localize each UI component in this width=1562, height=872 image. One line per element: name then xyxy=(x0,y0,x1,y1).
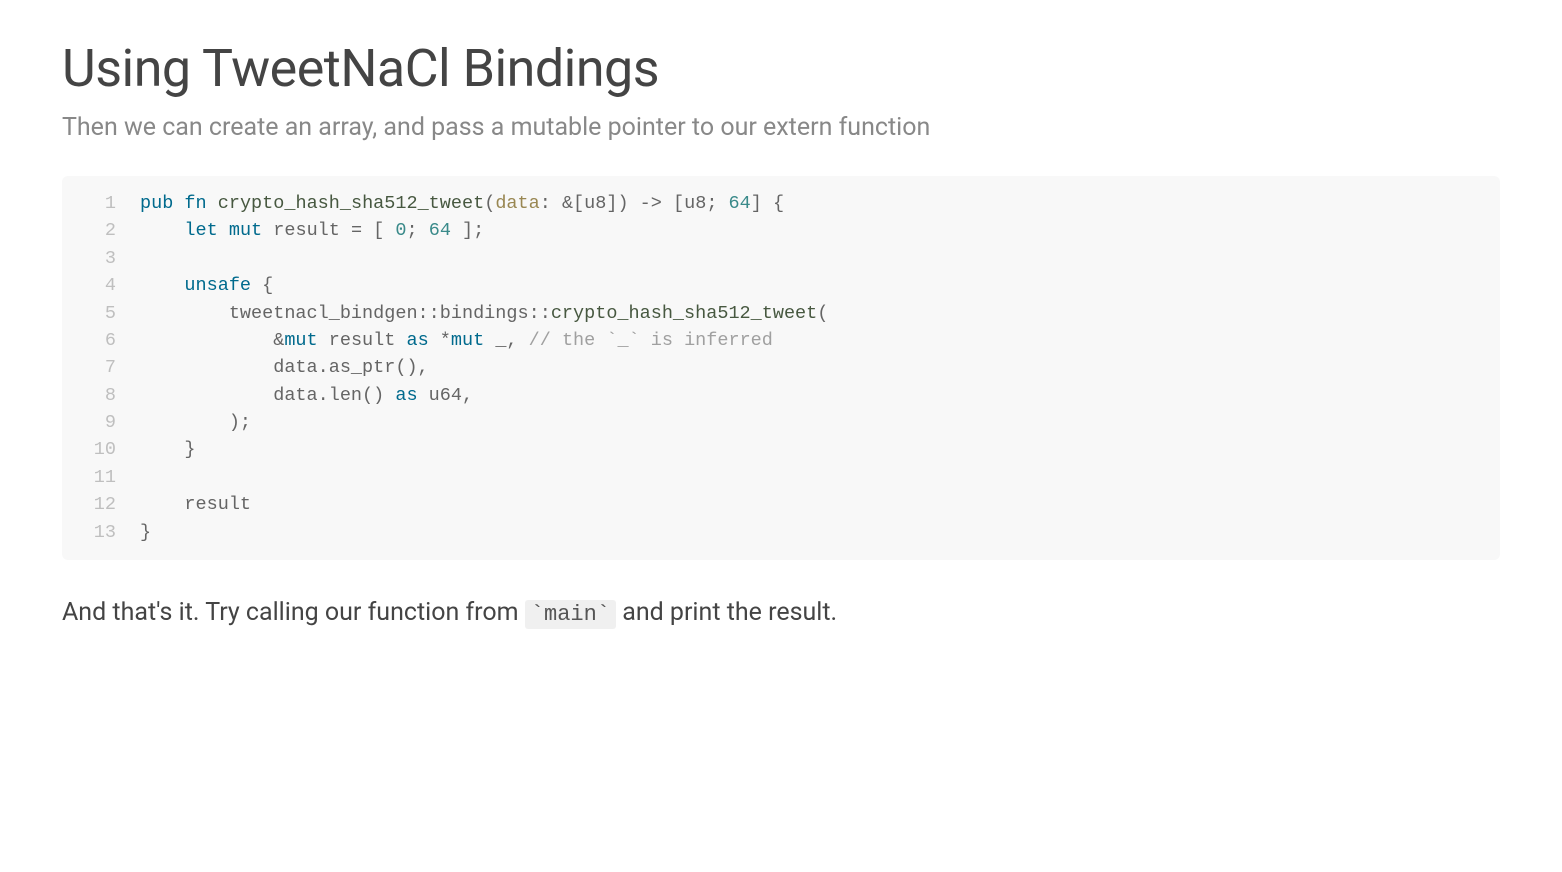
code-content: tweetnacl_bindgen::bindings::crypto_hash… xyxy=(140,300,828,327)
code-content: } xyxy=(140,519,151,546)
inline-code-main: `main` xyxy=(525,600,616,629)
line-number: 3 xyxy=(82,245,116,272)
code-line: 6 &mut result as *mut _, // the `_` is i… xyxy=(82,327,1480,354)
code-content: data.len() as u64, xyxy=(140,382,473,409)
code-line: 3 xyxy=(82,245,1480,272)
footer-pre: And that's it. Try calling our function … xyxy=(62,598,525,627)
line-number: 2 xyxy=(82,217,116,244)
code-line: 7 data.as_ptr(), xyxy=(82,354,1480,381)
line-number: 9 xyxy=(82,409,116,436)
line-number: 4 xyxy=(82,272,116,299)
line-number: 12 xyxy=(82,491,116,518)
code-line: 4 unsafe { xyxy=(82,272,1480,299)
code-content: data.as_ptr(), xyxy=(140,354,429,381)
code-line: 8 data.len() as u64, xyxy=(82,382,1480,409)
code-line: 13} xyxy=(82,519,1480,546)
line-number: 8 xyxy=(82,382,116,409)
line-number: 10 xyxy=(82,436,116,463)
line-number: 5 xyxy=(82,300,116,327)
line-number: 11 xyxy=(82,464,116,491)
code-block: 1 pub fn crypto_hash_sha512_tweet(data: &… xyxy=(62,176,1500,560)
footer-text: And that's it. Try calling our function … xyxy=(62,598,1500,627)
code-line: 11 xyxy=(82,464,1480,491)
page-title: Using TweetNaCl Bindings xyxy=(62,38,1500,99)
code-content: pub fn crypto_hash_sha512_tweet(data: &[… xyxy=(140,190,784,217)
code-content: let mut result = [ 0; 64 ]; xyxy=(140,217,484,244)
code-content: &mut result as *mut _, // the `_` is inf… xyxy=(140,327,773,354)
line-number: 1 xyxy=(82,190,116,217)
footer-post: and print the result. xyxy=(616,598,837,627)
page-subtitle: Then we can create an array, and pass a … xyxy=(62,113,1500,142)
code-line: 2 let mut result = [ 0; 64 ]; xyxy=(82,217,1480,244)
code-content: result xyxy=(140,491,251,518)
code-line: 5 tweetnacl_bindgen::bindings::crypto_ha… xyxy=(82,300,1480,327)
code-content: ); xyxy=(140,409,251,436)
line-number: 6 xyxy=(82,327,116,354)
line-number: 7 xyxy=(82,354,116,381)
code-content: } xyxy=(140,436,196,463)
code-content: unsafe { xyxy=(140,272,273,299)
code-line: 10 } xyxy=(82,436,1480,463)
line-number: 13 xyxy=(82,519,116,546)
code-line: 9 ); xyxy=(82,409,1480,436)
code-line: 12 result xyxy=(82,491,1480,518)
code-line: 1 pub fn crypto_hash_sha512_tweet(data: &… xyxy=(82,190,1480,217)
